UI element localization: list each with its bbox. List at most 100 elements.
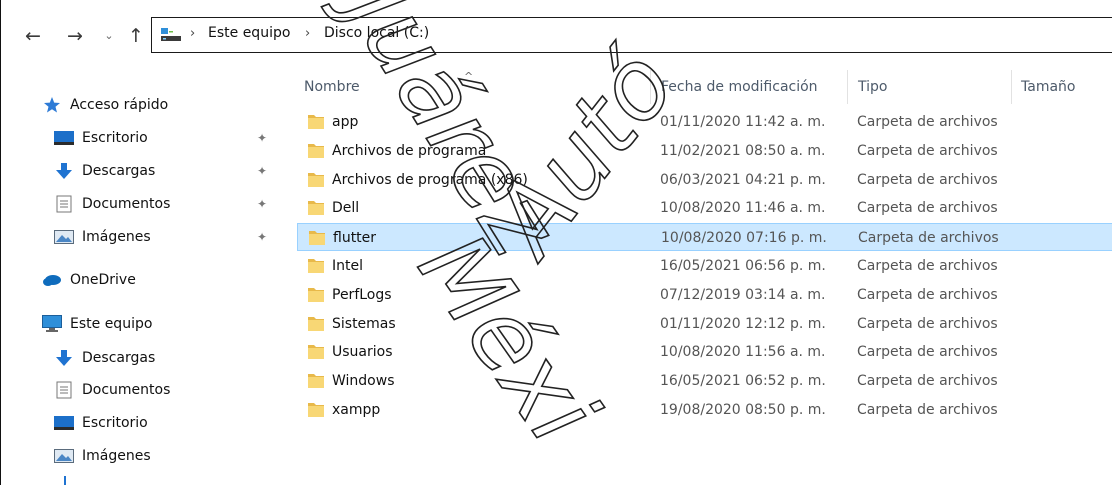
sidebar-item-este-equipo[interactable]: Este equipo (41, 311, 152, 337)
file-date-modified: 06/03/2021 04:21 p. m. (660, 171, 826, 188)
file-date-modified: 11/02/2021 08:50 a. m. (660, 142, 826, 159)
file-date-modified: 16/05/2021 06:56 p. m. (660, 258, 826, 274)
sidebar-item-documentos-pinned[interactable]: Documentos (53, 191, 170, 217)
column-header-fecha[interactable]: Fecha de modificación (661, 70, 818, 104)
sidebar-item-descargas[interactable]: Descargas (53, 345, 155, 371)
file-row[interactable]: xampp 19/08/2020 08:50 p. m. Carpeta de ar… (297, 396, 1112, 424)
folder-icon (308, 287, 324, 302)
file-row[interactable]: Windows 16/05/2021 06:52 p. m. Carpeta de … (297, 367, 1112, 395)
file-type: Carpeta de archivos (857, 114, 998, 130)
file-name: Archivos de programa (x86) (332, 171, 528, 188)
document-icon (53, 381, 75, 399)
file-date-modified: 10/08/2020 07:16 p. m. (661, 230, 827, 247)
up-button[interactable]: ↑ (124, 24, 148, 48)
pictures-icon (53, 228, 75, 246)
computer-icon (161, 28, 181, 41)
column-divider[interactable] (847, 70, 848, 104)
file-row[interactable]: Dell 10/08/2020 11:46 a. m. Carpeta de arc… (297, 194, 1112, 222)
breadcrumb-separator-icon: › (305, 26, 311, 41)
folder-icon (308, 374, 324, 389)
sidebar-item-label: Escritorio (82, 130, 148, 146)
column-header-tamano[interactable]: Tamaño (1021, 70, 1075, 104)
sidebar-item-descargas-pinned[interactable]: Descargas (53, 158, 155, 184)
file-name: app (332, 114, 359, 130)
file-type: Carpeta de archivos (857, 258, 998, 274)
sidebar-item-label: Descargas (82, 163, 156, 179)
sidebar-item-label: Imágenes (82, 448, 151, 464)
file-name: Sistemas (332, 315, 396, 332)
recent-locations-button[interactable]: ⌄ (101, 24, 117, 48)
pin-icon[interactable]: ✦ (257, 197, 267, 211)
breadcrumb-disco-local[interactable]: Disco local (C:) (324, 25, 429, 41)
file-date-modified: 10/08/2020 11:46 a. m. (660, 200, 826, 217)
file-date-modified: 19/08/2020 08:50 p. m. (660, 402, 826, 418)
file-type: Carpeta de archivos (857, 402, 998, 418)
folder-icon (308, 143, 324, 158)
sort-ascending-icon: ^ (464, 70, 474, 83)
sidebar-item-imagenes-pinned[interactable]: Imágenes (53, 224, 151, 250)
cloud-icon (41, 271, 63, 289)
download-icon (53, 162, 75, 180)
breadcrumb-este-equipo[interactable]: Este equipo (208, 25, 290, 41)
forward-button[interactable]: → (63, 24, 87, 48)
file-row[interactable]: Archivos de programa 11/02/2021 08:50 a. … (297, 137, 1112, 165)
column-header-nombre[interactable]: Nombre (304, 70, 360, 104)
desktop-icon (53, 414, 75, 432)
file-date-modified: 01/11/2020 12:12 p. m. (660, 315, 826, 332)
file-type: Carpeta de archivos (857, 373, 998, 390)
file-name: PerfLogs (332, 286, 392, 303)
file-name: Dell (332, 200, 360, 217)
sidebar-item-documentos[interactable]: Documentos (53, 377, 170, 403)
sidebar-item-label: Imágenes (82, 229, 151, 245)
file-row[interactable]: Archivos de programa (x86) 06/03/2021 04:… (297, 166, 1112, 194)
file-name: xampp (332, 402, 381, 418)
address-bar[interactable]: › Este equipo › Disco local (C:) (151, 17, 1112, 53)
file-row[interactable]: app 01/11/2020 11:42 a. m. Carpeta de arch… (297, 108, 1112, 136)
column-divider[interactable] (1011, 70, 1012, 104)
file-list: app 01/11/2020 11:42 a. m. Carpeta de arch… (281, 108, 1112, 428)
folder-icon (308, 403, 324, 417)
sidebar-item-imagenes[interactable]: Imágenes (53, 443, 151, 469)
file-row[interactable]: Intel 16/05/2021 06:56 p. m. Carpeta de ar… (297, 252, 1112, 280)
file-row[interactable]: PerfLogs 07/12/2019 03:14 a. m. Carpeta de… (297, 281, 1112, 309)
download-icon (53, 349, 75, 367)
pictures-icon (53, 447, 75, 465)
file-name: Intel (332, 258, 363, 274)
back-button[interactable]: ← (21, 24, 45, 48)
file-name: Windows (332, 373, 395, 390)
sidebar-item-label: Descargas (82, 350, 156, 366)
folder-icon (308, 345, 324, 360)
navigation-bar: ← → ⌄ ↑ › Este equipo › Disco local (C:) (1, 0, 1112, 70)
file-row[interactable]: Sistemas 01/11/2020 12:12 p. m. Carpeta de… (297, 310, 1112, 338)
sidebar-item-label: OneDrive (70, 272, 136, 288)
file-type: Carpeta de archivos (857, 344, 998, 361)
desktop-icon (53, 129, 75, 147)
folder-icon (308, 115, 324, 129)
file-type: Carpeta de archivos (857, 286, 998, 303)
breadcrumb-separator-icon: › (190, 26, 196, 41)
folder-icon (309, 231, 325, 246)
pin-icon[interactable]: ✦ (257, 131, 267, 145)
sidebar-item-escritorio-pinned[interactable]: Escritorio (53, 125, 148, 151)
file-row[interactable]: flutter 10/08/2020 07:16 p. m. Carpeta de … (297, 223, 1112, 252)
computer-icon (41, 315, 63, 333)
star-icon (41, 96, 63, 114)
sidebar-item-acceso-rapido[interactable]: Acceso rápido (41, 92, 168, 118)
file-type: Carpeta de archivos (857, 142, 998, 159)
file-type: Carpeta de archivos (858, 230, 999, 247)
sidebar-item-escritorio[interactable]: Escritorio (53, 410, 148, 436)
folder-icon (308, 316, 324, 331)
sidebar-item-onedrive[interactable]: OneDrive (41, 267, 136, 293)
column-headers: Nombre ^ Fecha de modificación Tipo Tama… (281, 70, 1112, 104)
document-icon (53, 195, 75, 213)
file-date-modified: 07/12/2019 03:14 a. m. (660, 286, 826, 303)
column-header-tipo[interactable]: Tipo (858, 70, 887, 104)
column-divider[interactable] (650, 70, 651, 104)
sidebar-item-label: Escritorio (82, 415, 148, 431)
pin-icon[interactable]: ✦ (257, 164, 267, 178)
pin-icon[interactable]: ✦ (257, 230, 267, 244)
file-date-modified: 10/08/2020 11:56 a. m. (660, 344, 826, 361)
sidebar-item-label: Documentos (82, 196, 171, 212)
file-row[interactable]: Usuarios 10/08/2020 11:56 a. m. Carpeta de… (297, 338, 1112, 366)
sidebar-item-label: Acceso rápido (70, 97, 169, 113)
